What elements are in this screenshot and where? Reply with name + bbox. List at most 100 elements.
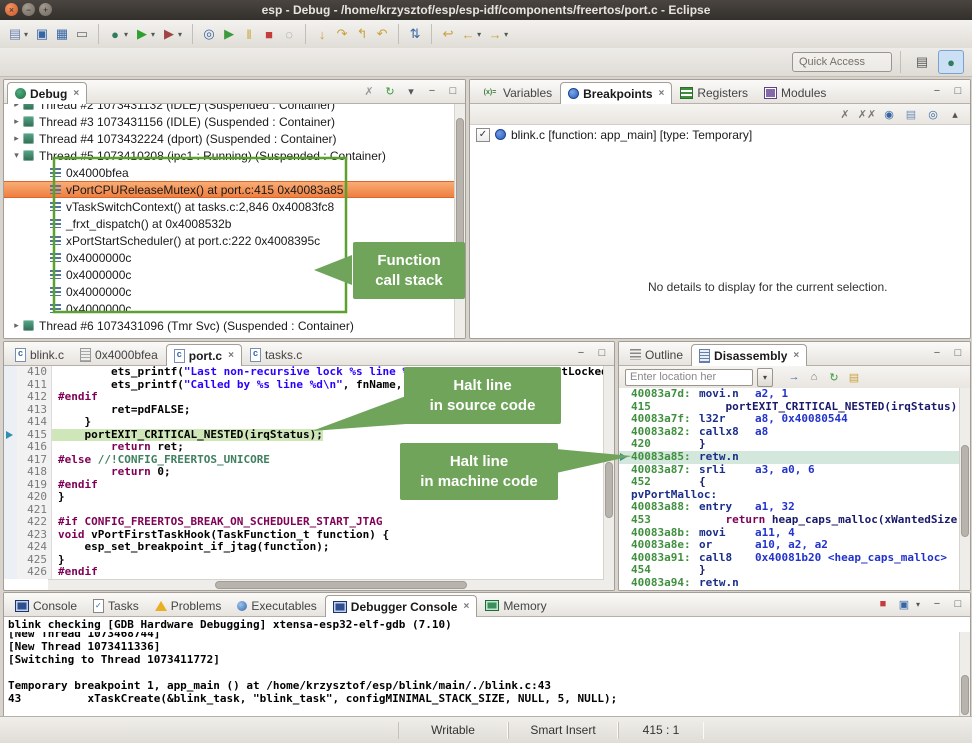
dropdown-caret-icon[interactable]: ▾ <box>477 30 481 39</box>
location-dropdown-icon[interactable]: ▾ <box>757 368 773 387</box>
code-line[interactable]: 419#endif <box>4 479 604 492</box>
scrollbar-thumb[interactable] <box>605 462 613 518</box>
last-edit-location-icon[interactable]: ↩ <box>439 25 457 43</box>
suspend-icon[interactable]: ‖ <box>240 25 258 43</box>
tab-tasks[interactable]: Tasks <box>85 594 147 616</box>
skip-all-breakpoints-icon[interactable]: ◎ <box>200 25 218 43</box>
resume-icon[interactable]: ▶ <box>220 25 238 43</box>
scrollbar-thumb[interactable] <box>215 581 467 589</box>
tab-port-c[interactable]: port.c× <box>166 344 242 366</box>
breakpoint-checkbox[interactable]: ✓ <box>476 128 490 142</box>
maximize-icon[interactable]: □ <box>951 84 965 98</box>
restart-icon[interactable]: ↻ <box>383 84 397 98</box>
stack-frame-row[interactable]: vPortCPUReleaseMutex() at port.c:415 0x4… <box>4 181 455 198</box>
go-to-pc-icon[interactable]: → <box>787 370 801 384</box>
thread-row[interactable]: ▸Thread #6 1073431096 (Tmr Svc) (Suspend… <box>4 317 455 334</box>
remove-selected-breakpoints-icon[interactable]: ✗ <box>838 107 852 121</box>
tree-collapsed-arrow-icon[interactable]: ▸ <box>10 320 23 331</box>
run-icon[interactable]: ▶ <box>133 25 151 43</box>
debug-perspective-button[interactable]: ● <box>938 50 964 74</box>
stack-frame-row[interactable]: 0x4000000c <box>4 249 455 266</box>
maximize-icon[interactable]: □ <box>951 346 965 360</box>
scrollbar-thumb[interactable] <box>961 445 969 538</box>
tab-blink-c[interactable]: blink.c <box>7 343 72 365</box>
location-input[interactable]: Enter location her <box>625 369 753 386</box>
step-over-icon[interactable]: ↷ <box>333 25 351 43</box>
console-output[interactable]: [New Thread 1073468744][New Thread 10734… <box>4 632 960 717</box>
maximize-icon[interactable]: □ <box>951 597 965 611</box>
debug-scrollbar[interactable] <box>454 104 465 338</box>
display-selected-console-icon[interactable]: ▣ <box>897 597 911 611</box>
disassembly-line[interactable]: 40083a94:retw.n <box>619 577 960 590</box>
quick-access-box[interactable]: Quick Access <box>792 52 892 72</box>
view-menu-icon[interactable]: ▾ <box>404 84 418 98</box>
dropdown-caret-icon[interactable]: ▾ <box>151 30 155 39</box>
tab-disassembly[interactable]: Disassembly× <box>691 344 807 366</box>
disassembly-line[interactable]: 452{ <box>619 476 960 489</box>
stack-frame-row[interactable]: 0x4000000c <box>4 266 455 283</box>
save-icon[interactable]: ▣ <box>33 25 51 43</box>
dropdown-caret-icon[interactable]: ▾ <box>504 30 508 39</box>
external-tools-icon[interactable]: ▶ <box>160 25 178 43</box>
skip-all-breakpoints-icon[interactable]: ◎ <box>926 107 940 121</box>
breakpoint-row[interactable]: ✓blink.c [function: app_main] [type: Tem… <box>470 125 970 144</box>
disassembly-scrollbar[interactable] <box>959 388 970 590</box>
editor-vscrollbar[interactable] <box>603 366 614 580</box>
scrollbar-thumb[interactable] <box>456 118 464 249</box>
print-icon[interactable]: ▭ <box>73 25 91 43</box>
tab-executables[interactable]: Executables <box>229 594 324 616</box>
collapse-all-icon[interactable]: ▴ <box>948 107 962 121</box>
maximize-icon[interactable]: □ <box>595 346 609 360</box>
remove-all-terminated-icon[interactable]: ✗ <box>362 84 376 98</box>
close-tab-icon[interactable]: × <box>659 88 665 99</box>
code-line[interactable]: 424 esp_set_breakpoint_if_jtag(function)… <box>4 541 604 554</box>
remove-all-breakpoints-icon[interactable]: ✗✗ <box>860 107 874 121</box>
code-line[interactable]: 413 ret=pdFALSE; <box>4 404 604 417</box>
tree-collapsed-arrow-icon[interactable]: ▸ <box>10 116 23 127</box>
tab-variables[interactable]: Variables <box>473 81 560 103</box>
back-icon[interactable]: ← <box>459 25 477 43</box>
tab-debugger-console[interactable]: Debugger Console× <box>325 595 478 617</box>
go-to-file-for-breakpoint-icon[interactable]: ▤ <box>904 107 918 121</box>
tab-outline[interactable]: Outline <box>622 343 691 365</box>
close-tab-icon[interactable]: × <box>463 601 469 612</box>
disassembly-line[interactable]: 40083a87:srlia3, a0, 6 <box>619 464 960 477</box>
show-source-icon[interactable]: ▤ <box>847 370 861 384</box>
tab-breakpoints[interactable]: Breakpoints× <box>560 82 672 104</box>
tab-modules[interactable]: Modules <box>756 81 834 103</box>
step-into-icon[interactable]: ↓ <box>313 25 331 43</box>
new-wizard-icon[interactable]: ▤ <box>6 25 24 43</box>
close-tab-icon[interactable]: × <box>793 350 799 361</box>
editor-hscrollbar[interactable] <box>48 579 604 590</box>
disassembly-line[interactable]: 40083a7f:l32ra8, 0x40080544 <box>619 413 960 426</box>
code-line[interactable]: 426#endif <box>4 566 604 579</box>
dropdown-caret-icon[interactable]: ▾ <box>916 600 920 609</box>
scrollbar-thumb[interactable] <box>961 675 969 715</box>
dropdown-caret-icon[interactable]: ▾ <box>124 30 128 39</box>
open-perspective-button[interactable]: ▤ <box>909 50 935 74</box>
tab-problems[interactable]: Problems <box>147 594 230 616</box>
disassembly-line[interactable]: 40083a91: call80x40081b20 <heap_caps_mal… <box>619 552 960 565</box>
stack-frame-row[interactable]: vTaskSwitchContext() at tasks.c:2,846 0x… <box>4 198 455 215</box>
disassembly-line[interactable]: 40083a82:callx8a8 <box>619 426 960 439</box>
window-minimize-button[interactable]: − <box>22 3 35 16</box>
close-tab-icon[interactable]: × <box>73 88 79 99</box>
thread-row[interactable]: ▾Thread #5 1073410208 (ipc1 : Running) (… <box>4 147 455 164</box>
tree-collapsed-arrow-icon[interactable]: ▸ <box>10 104 23 110</box>
refresh-icon[interactable]: ↻ <box>827 370 841 384</box>
close-tab-icon[interactable]: × <box>228 350 234 361</box>
tab-debug[interactable]: Debug× <box>7 82 87 104</box>
dropdown-caret-icon[interactable]: ▾ <box>24 30 28 39</box>
minimize-icon[interactable]: − <box>425 84 439 98</box>
tab-memory[interactable]: Memory <box>477 594 554 616</box>
stack-frame-row[interactable]: xPortStartScheduler() at port.c:222 0x40… <box>4 232 455 249</box>
terminate-icon[interactable]: ■ <box>260 25 278 43</box>
minimize-icon[interactable]: − <box>930 84 944 98</box>
minimize-icon[interactable]: − <box>930 346 944 360</box>
show-breakpoints-for-selection-icon[interactable]: ◉ <box>882 107 896 121</box>
step-return-icon[interactable]: ↰ <box>353 25 371 43</box>
console-scrollbar[interactable] <box>959 632 970 717</box>
stack-frame-row[interactable]: 0x4000000c <box>4 283 455 300</box>
maximize-icon[interactable]: □ <box>446 84 460 98</box>
stack-frame-row[interactable]: 0x4000000c <box>4 300 455 317</box>
